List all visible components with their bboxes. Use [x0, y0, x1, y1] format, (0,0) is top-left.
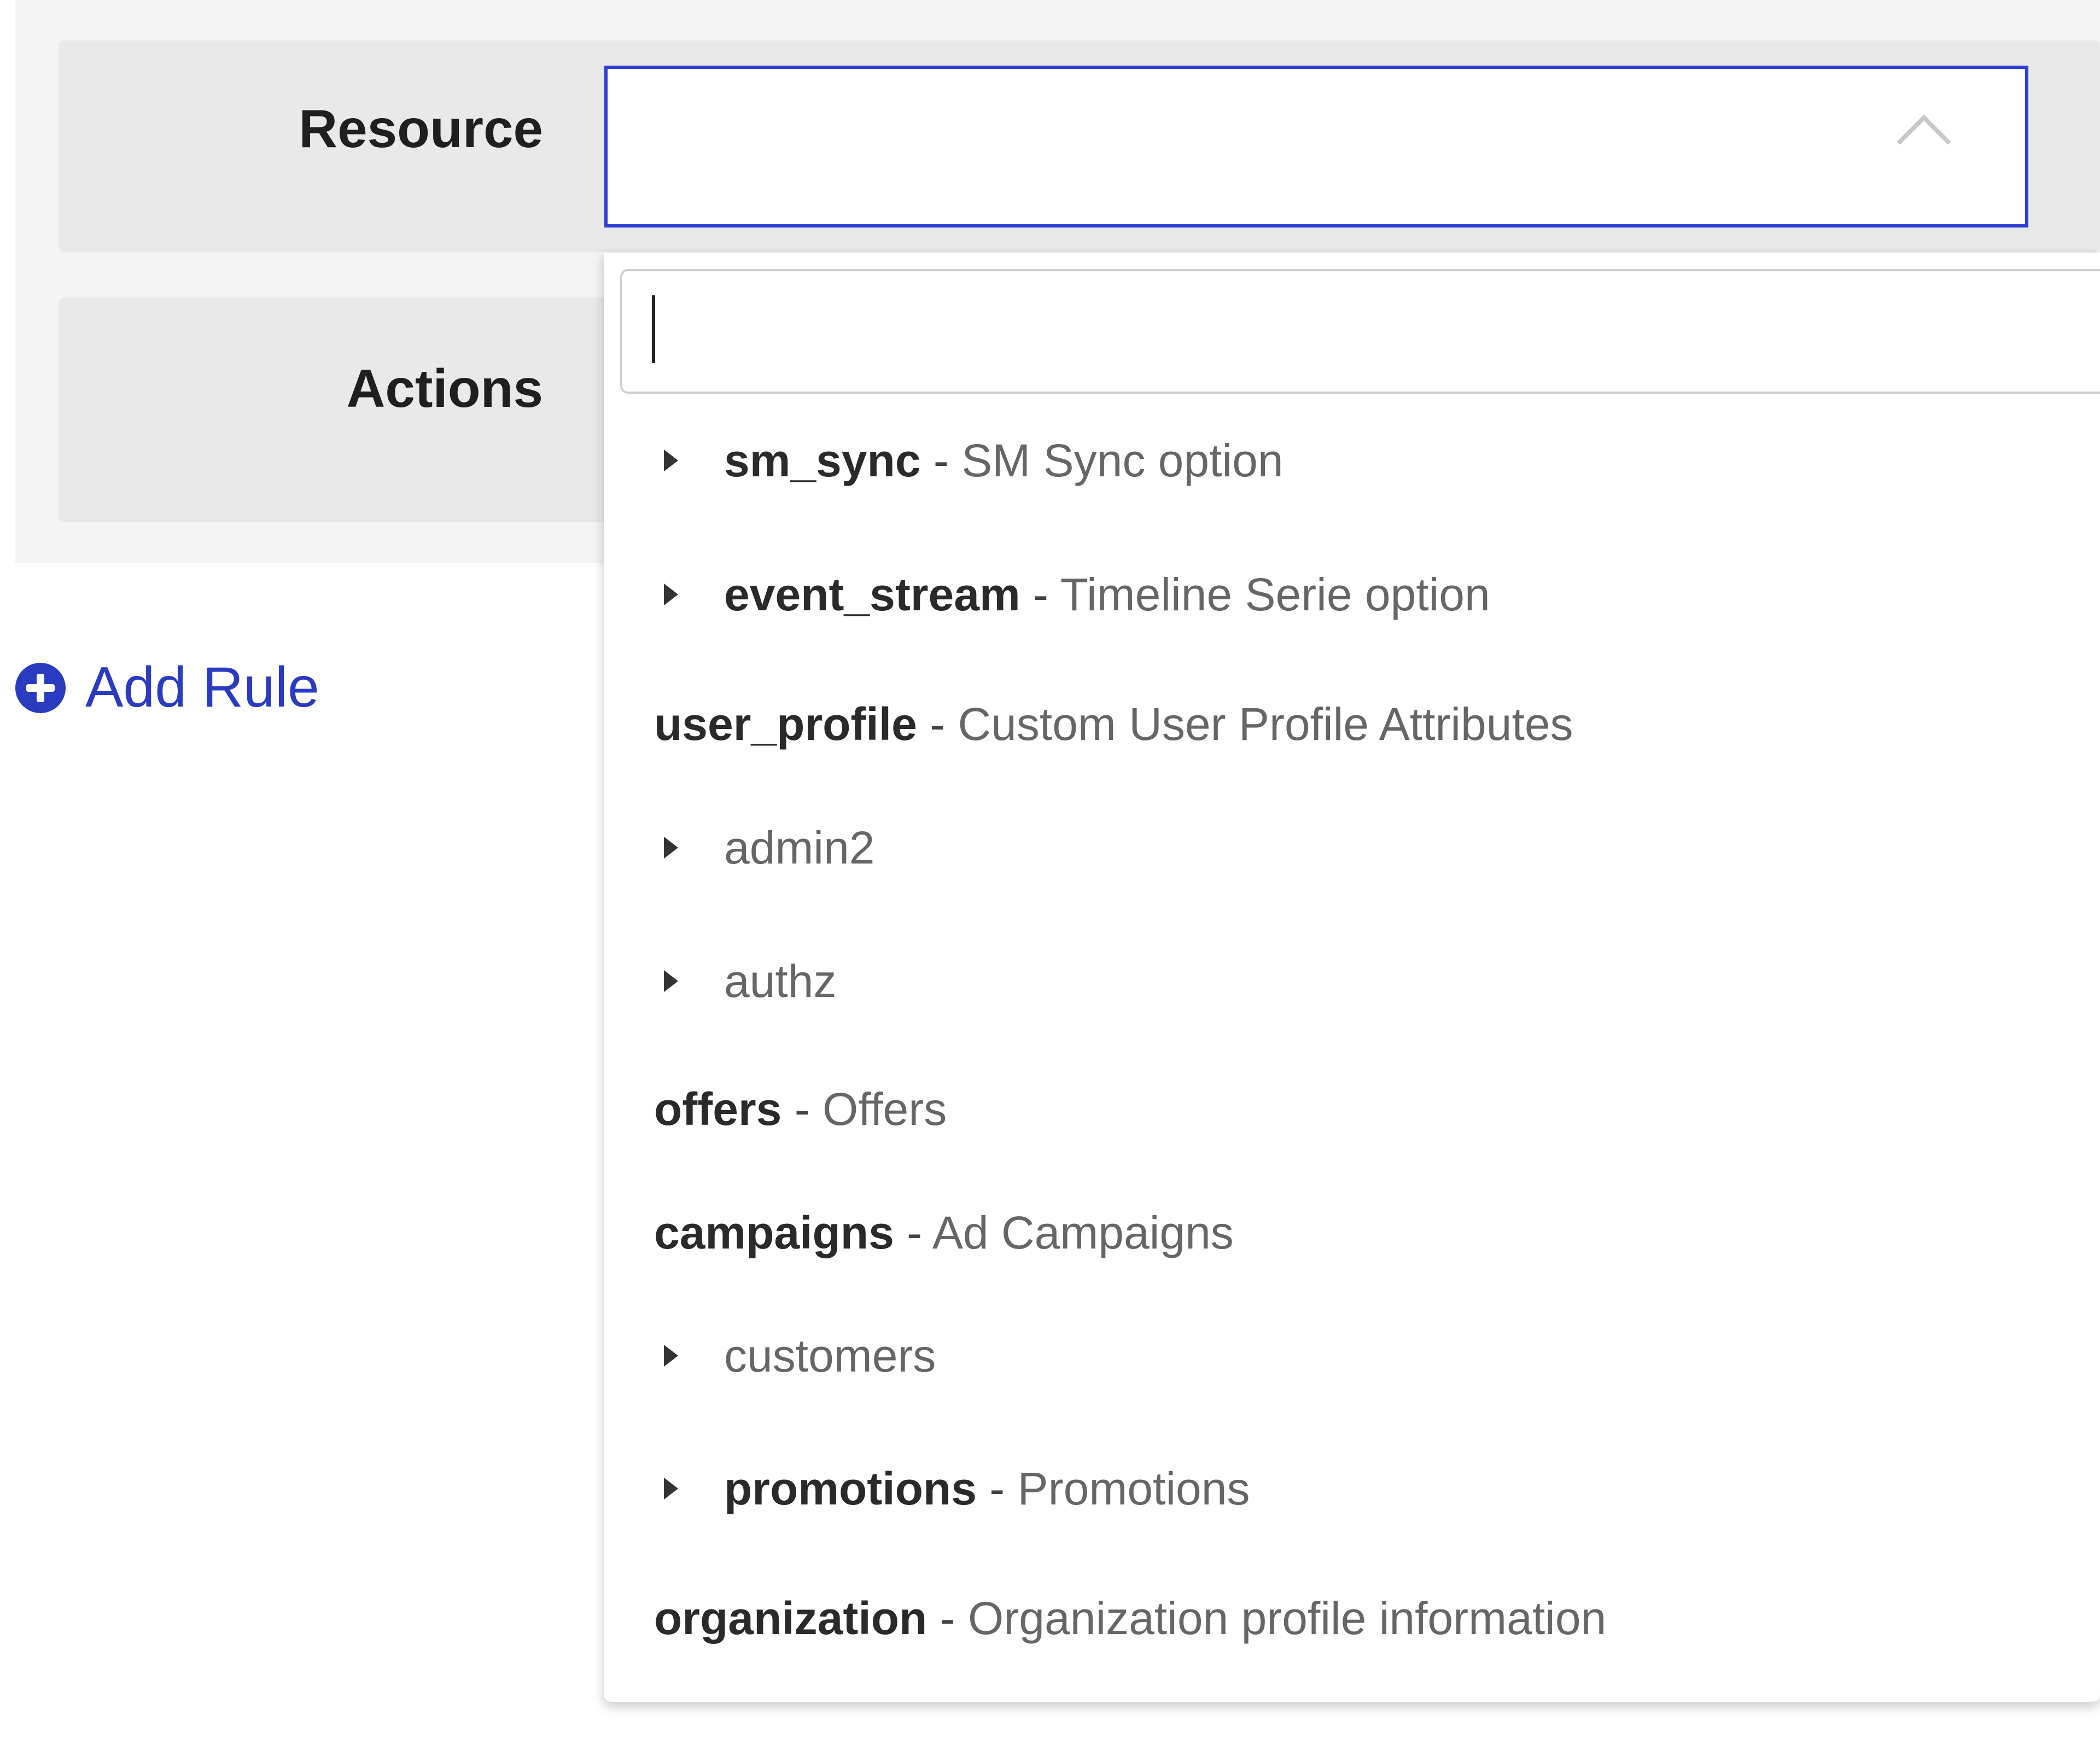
dropdown-option[interactable]: sm_sync - SM Sync option — [604, 417, 2100, 504]
resource-select[interactable] — [604, 66, 2028, 228]
dropdown-option[interactable]: promotions - Promotions — [604, 1445, 2100, 1532]
add-rule-label: Add Rule — [85, 656, 319, 719]
option-description: Ad Campaigns — [932, 1206, 1234, 1258]
text-caret — [652, 295, 655, 363]
caret-right-icon[interactable] — [664, 450, 678, 471]
caret-right-icon[interactable] — [664, 1478, 678, 1500]
dropdown-option[interactable]: user_profile - Custom User Profile Attri… — [604, 680, 2100, 768]
option-key: sm_sync — [724, 434, 921, 486]
option-separator: - — [781, 1083, 823, 1135]
add-rule-link[interactable]: Add Rule — [15, 655, 319, 720]
option-separator: - — [976, 1462, 1018, 1514]
option-text: authz — [724, 955, 837, 1008]
option-key: campaigns — [654, 1206, 894, 1258]
dropdown-option[interactable]: campaigns - Ad Campaigns — [604, 1189, 2100, 1276]
dropdown-option[interactable]: authz — [604, 937, 2100, 1025]
dropdown-option[interactable]: admin2 — [604, 804, 2100, 891]
chevron-up-icon[interactable] — [1897, 114, 1951, 169]
caret-right-icon[interactable] — [664, 584, 678, 605]
option-separator: - — [1020, 568, 1060, 620]
option-key: user_profile — [654, 698, 917, 750]
caret-right-icon[interactable] — [664, 1345, 678, 1367]
dropdown-option[interactable]: customers — [604, 1312, 2100, 1399]
option-description: Timeline Serie option — [1060, 568, 1490, 620]
option-separator: - — [917, 698, 958, 750]
option-text: organization - Organization profile info… — [654, 1592, 1606, 1645]
option-text: user_profile - Custom User Profile Attri… — [654, 698, 1573, 751]
option-key: event_stream — [724, 568, 1020, 620]
option-separator: - — [927, 1592, 968, 1644]
option-text: offers - Offers — [654, 1083, 947, 1136]
option-description: SM Sync option — [961, 434, 1284, 486]
option-separator: - — [920, 434, 962, 486]
option-description: admin2 — [724, 821, 875, 873]
option-description: Organization profile information — [967, 1592, 1607, 1644]
actions-label: Actions — [346, 358, 543, 418]
dropdown-option[interactable]: event_stream - Timeline Serie option — [604, 551, 2100, 638]
caret-right-icon[interactable] — [664, 837, 678, 859]
option-description: Promotions — [1017, 1462, 1250, 1514]
resource-label: Resource — [299, 98, 543, 159]
dropdown-search-input[interactable] — [620, 269, 2100, 394]
option-text: promotions - Promotions — [724, 1462, 1250, 1515]
caret-right-icon[interactable] — [664, 970, 678, 992]
option-text: event_stream - Timeline Serie option — [724, 568, 1490, 621]
option-key: promotions — [724, 1462, 977, 1514]
option-description: Custom User Profile Attributes — [958, 698, 1573, 750]
option-description: authz — [724, 955, 837, 1007]
option-text: campaigns - Ad Campaigns — [654, 1206, 1234, 1259]
option-text: customers — [724, 1329, 936, 1382]
option-key: organization — [654, 1592, 928, 1644]
option-description: customers — [724, 1329, 936, 1381]
option-text: admin2 — [724, 821, 875, 874]
dropdown-option[interactable]: organization - Organization profile info… — [604, 1574, 2100, 1662]
option-text: sm_sync - SM Sync option — [724, 434, 1284, 487]
option-description: Offers — [822, 1083, 947, 1135]
dropdown-option[interactable]: offers - Offers — [604, 1065, 2100, 1153]
option-separator: - — [894, 1206, 932, 1258]
plus-circle-icon — [15, 662, 66, 713]
page: Resource Actions Add Rule sm_sync - SM S… — [0, 0, 2100, 1750]
resource-dropdown: sm_sync - SM Sync option event_stream - T… — [604, 253, 2100, 1702]
option-key: offers — [654, 1083, 782, 1135]
